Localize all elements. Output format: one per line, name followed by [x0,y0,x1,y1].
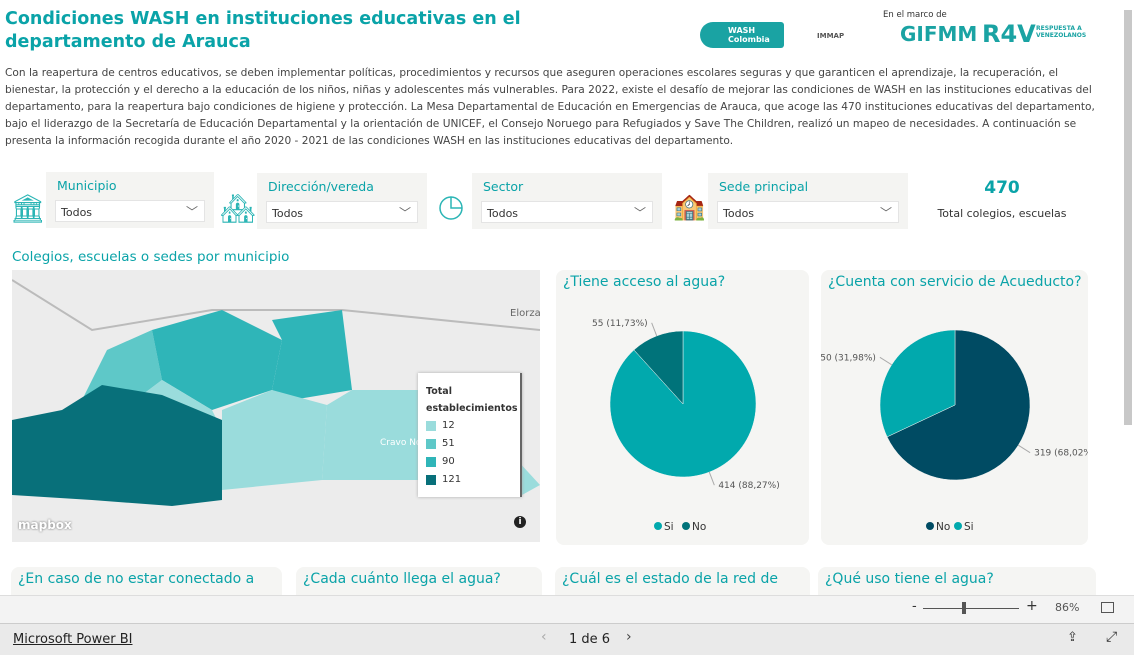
houses-icon: 🏘 [220,192,256,225]
card-title: ¿Qué uso tiene el agua? [825,571,994,587]
card-title: ¿Cuál es el estado de la red de [562,571,778,587]
next-page-button[interactable]: › [626,629,632,645]
legend-dot [954,522,962,530]
legend-label: 90 [442,456,455,467]
legend-label: No [692,521,706,533]
legend-dot [926,522,934,530]
leader-line [879,356,892,366]
info-icon[interactable]: i [514,516,526,528]
legend-swatch [426,457,436,467]
chevron-down-icon: ﹀ [398,206,411,220]
legend-label: Si [964,521,974,533]
legend-item: 51 [426,435,512,453]
r4v-subtitle: RESPUESTA A VENEZOLANOS [1036,25,1087,39]
region-c [272,310,352,400]
leader-line [708,471,715,486]
chevron-down-icon: ﹀ [633,206,646,220]
card-acceso-agua: ¿Tiene acceso al agua? 414 (88,27%) 55 (1… [556,270,809,545]
legend-dot [682,522,690,530]
zoom-out-button[interactable]: - [912,599,917,614]
filter-label: Municipio [57,178,117,193]
immap-logo: IMMAP [817,32,845,40]
chevron-down-icon: ﹀ [185,205,198,219]
region-g [322,390,432,480]
legend-label: 121 [442,474,462,485]
share-icon[interactable]: ⇪ [1067,630,1078,645]
leader-line [651,322,658,337]
zoom-bar: - + 86% [0,595,1134,623]
building-icon: 🏫 [673,192,706,222]
filter-direccion[interactable]: Dirección/vereda Todos ﹀ [257,173,427,229]
place-label: Elorza [510,308,540,319]
legend-item: 90 [426,453,512,471]
zoom-level: 86% [1055,601,1080,614]
leader-line [1018,444,1031,454]
footer: Microsoft Power BI ‹ 1 de 6 › ⇪ ⤢ [0,623,1134,655]
legend-label: Si [664,521,674,533]
zoom-slider-handle[interactable] [962,602,966,614]
filter-label: Dirección/vereda [268,179,374,194]
kpi-label: Total colegios, escuelas [937,207,1067,220]
legend-label: 51 [442,438,455,449]
data-label: 319 (68,02%) [1034,449,1088,459]
data-label: 150 (31,98%) [821,353,876,363]
pie-chart-acceso[interactable]: 414 (88,27%) 55 (11,73%) Si No [556,270,809,545]
legend-swatch [426,439,436,449]
sector-dropdown[interactable]: Todos ﹀ [481,201,653,223]
card-title: ¿Cada cuánto llega el agua? [303,571,501,587]
filter-label: Sede principal [719,179,809,194]
filter-sede[interactable]: Sede principal Todos ﹀ [708,173,908,229]
legend-label: 12 [442,420,455,431]
filter-label: Sector [483,179,524,194]
legend-dot [654,522,662,530]
map[interactable]: Elorza Cravo No mapbox i Total estableci… [12,270,540,542]
pie-icon [439,196,463,220]
place-label: Cravo No [380,438,422,448]
prev-page-button[interactable]: ‹ [541,629,547,645]
filter-municipio[interactable]: Municipio Todos ﹀ [46,172,214,228]
filter-sector[interactable]: Sector Todos ﹀ [472,173,662,229]
sede-dropdown[interactable]: Todos ﹀ [717,201,899,223]
page-indicator: 1 de 6 [569,632,611,647]
legend-label: No [936,521,950,533]
map-title: Colegios, escuelas o sedes por municipio [12,249,290,265]
card-title: ¿En caso de no estar conectado a [18,571,255,587]
r4v-logo: R4V [982,20,1036,48]
zoom-in-button[interactable]: + [1026,598,1038,614]
legend-item: 12 [426,417,512,435]
mapbox-logo: mapbox [18,518,72,532]
region-f [222,390,327,490]
legend-swatch [426,475,436,485]
zoom-slider[interactable] [923,608,1019,609]
school-building-icon: 🏛 [10,192,46,225]
marco-label: En el marco de [883,10,947,20]
municipio-dropdown[interactable]: Todos ﹀ [55,200,205,222]
data-label: 414 (88,27%) [718,481,779,491]
description: Con la reapertura de centros educativos,… [5,67,1095,147]
wash-colombia-logo: WASH Colombia [700,22,784,48]
pie-chart-acueducto[interactable]: 319 (68,02%) 150 (31,98%) No Si [821,270,1088,545]
card-acueducto: ¿Cuenta con servicio de Acueducto? 319 (… [821,270,1088,545]
direccion-dropdown[interactable]: Todos ﹀ [266,201,418,223]
kpi-value: 470 [984,178,1020,198]
gifmm-logo: GIFMM [900,22,978,46]
page-title: Condiciones WASH en instituciones educat… [5,9,521,52]
fit-page-icon[interactable] [1101,602,1114,613]
scrollbar[interactable] [1124,10,1132,425]
data-label: 55 (11,73%) [592,319,648,329]
chevron-down-icon: ﹀ [879,206,892,220]
map-legend: Total establecimientos 12 51 90 121 [418,373,522,497]
powerbi-link[interactable]: Microsoft Power BI [13,632,132,647]
fullscreen-icon[interactable]: ⤢ [1106,629,1117,645]
legend-title: Total establecimientos [426,386,518,414]
legend-swatch [426,421,436,431]
legend-item: 121 [426,471,512,489]
